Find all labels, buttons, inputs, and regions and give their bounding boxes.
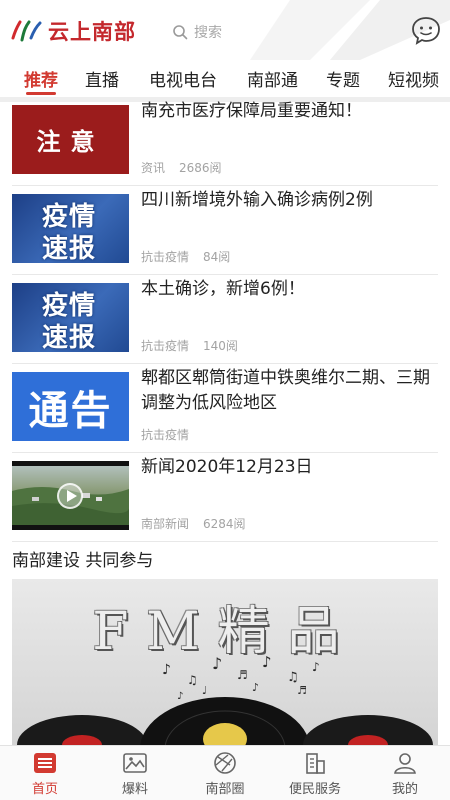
search-icon <box>173 25 188 40</box>
news-thumbnail: 疫情 速报 <box>12 194 129 263</box>
app-header: 云上南部 搜索 <box>0 0 450 60</box>
thumbnail-text: 通告 <box>28 387 113 434</box>
svg-text:♪: ♪ <box>162 662 171 678</box>
nav-item-me[interactable]: 我的 <box>360 746 450 800</box>
news-views: 2686阅 <box>179 161 222 175</box>
news-category: 抗击疫情 <box>141 250 190 264</box>
news-title: 四川新增境外输入确诊病例2例 <box>141 190 373 210</box>
nav-item-report[interactable]: 爆料 <box>90 746 180 800</box>
tab-nanbutong[interactable]: 南部通 <box>247 66 298 91</box>
svg-text:♬: ♬ <box>237 668 248 682</box>
tab-short-video[interactable]: 短视频 <box>388 66 439 91</box>
svg-text:♪: ♪ <box>312 660 320 674</box>
news-category: 抗击疫情 <box>141 428 190 442</box>
news-views: 84阅 <box>203 250 231 264</box>
nav-label: 我的 <box>391 782 418 797</box>
vinyl-music-notes-image: ♪ ♫ ♪ ♬ ♪ ♫ ♪ ♩ ♪ ♬ ♪ <box>17 653 433 745</box>
news-category: 南部新闻 <box>141 517 190 531</box>
svg-text:♪: ♪ <box>252 681 259 694</box>
nav-label: 首页 <box>31 782 58 797</box>
logo-mark-icon <box>11 20 42 42</box>
nav-item-circle[interactable]: 南部圈 <box>180 746 270 800</box>
svg-text:♩: ♩ <box>202 684 207 697</box>
news-title: 南充市医疗保障局重要通知！ <box>141 101 362 121</box>
search-placeholder: 搜索 <box>194 25 222 41</box>
image-icon <box>123 753 147 773</box>
svg-text:♪: ♪ <box>177 691 183 702</box>
nav-item-home[interactable]: 首页 <box>0 746 90 800</box>
news-views: 140阅 <box>203 339 238 353</box>
news-item[interactable]: 新闻2020年12月23日 南部新闻 6284阅 <box>0 453 450 542</box>
news-meta: 资讯 2686阅 <box>141 159 222 176</box>
news-item[interactable]: 疫情 速报 本土确诊，新增6例！ 抗击疫情 140阅 <box>0 275 450 364</box>
news-meta: 抗击疫情 140阅 <box>141 337 238 354</box>
section-title: 南部建设 共同参与 <box>12 551 154 571</box>
news-meta: 抗击疫情 <box>141 426 189 443</box>
news-thumbnail: 疫情 速报 <box>12 283 129 352</box>
fm-banner[interactable]: FM精品 ♪ ♫ ♪ ♬ ♪ ♫ ♪ ♩ ♪ ♬ ♪ <box>12 579 438 745</box>
tab-special[interactable]: 专题 <box>326 66 360 91</box>
thumbnail-text-line-2: 速报 <box>42 234 97 263</box>
news-thumbnail: 注意 <box>12 105 129 174</box>
app-logo[interactable]: 云上南部 <box>10 16 136 46</box>
category-tabs: 推荐 直播 电视电台 南部通 专题 短视频 <box>0 60 450 96</box>
svg-text:♫: ♫ <box>187 673 198 687</box>
news-meta: 抗击疫情 84阅 <box>141 248 230 265</box>
news-category: 抗击疫情 <box>141 339 190 353</box>
nav-label: 便民服务 <box>288 782 341 797</box>
news-title: 郫都区郫筒街道中铁奥维尔二期、三期调整为低风险地区 <box>141 368 430 413</box>
svg-text:♪: ♪ <box>212 654 222 673</box>
aperture-icon <box>214 752 236 774</box>
bottom-navigation: 首页 爆料 南部圈 便民服务 我的 <box>0 745 450 800</box>
news-meta: 南部新闻 6284阅 <box>141 515 246 532</box>
user-icon <box>394 753 416 774</box>
logo-text: 云上南部 <box>48 19 136 44</box>
thumbnail-text: 注意 <box>36 128 105 156</box>
svg-text:♫: ♫ <box>287 670 299 685</box>
home-list-icon <box>34 753 56 773</box>
news-category: 资讯 <box>141 161 166 175</box>
svg-text:♪: ♪ <box>262 653 272 671</box>
news-item[interactable]: 注意 南充市医疗保障局重要通知！ 资讯 2686阅 <box>0 97 450 186</box>
nav-item-services[interactable]: 便民服务 <box>270 746 360 800</box>
search-bar[interactable]: 搜索 <box>172 22 222 42</box>
news-title: 新闻2020年12月23日 <box>141 457 313 477</box>
video-thumbnail <box>12 461 129 530</box>
news-item[interactable]: 通告 郫都区郫筒街道中铁奥维尔二期、三期调整为低风险地区 抗击疫情 <box>0 364 450 453</box>
tab-recommend[interactable]: 推荐 <box>24 66 58 91</box>
news-views: 6284阅 <box>203 517 246 531</box>
chat-bubble-icon[interactable] <box>410 14 442 46</box>
building-icon <box>306 753 325 774</box>
nav-label: 南部圈 <box>205 782 245 797</box>
active-tab-indicator <box>26 92 56 95</box>
news-item[interactable]: 疫情 速报 四川新增境外输入确诊病例2例 抗击疫情 84阅 <box>0 186 450 275</box>
svg-text:♬: ♬ <box>297 684 307 697</box>
news-thumbnail: 通告 <box>12 372 129 441</box>
play-icon[interactable] <box>57 483 83 509</box>
tab-tv-radio[interactable]: 电视电台 <box>149 66 217 91</box>
tab-live[interactable]: 直播 <box>85 66 119 91</box>
nav-label: 爆料 <box>121 782 148 797</box>
news-title: 本土确诊，新增6例！ <box>141 279 305 299</box>
divider <box>12 541 438 542</box>
thumbnail-text-line-2: 速报 <box>42 323 97 352</box>
